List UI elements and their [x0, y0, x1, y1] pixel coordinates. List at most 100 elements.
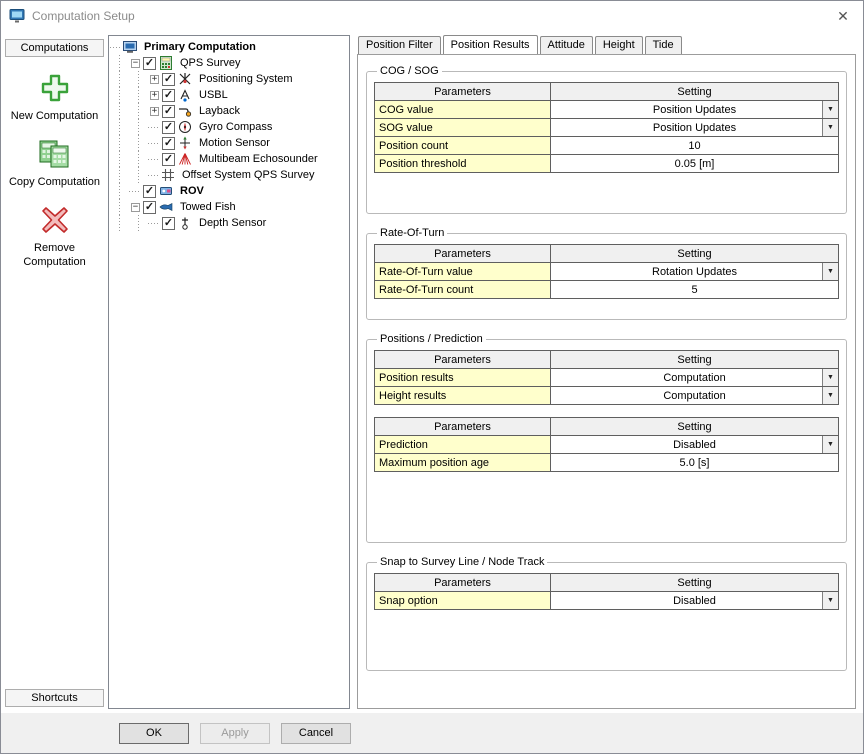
setting-value-height-results[interactable]: Computation▼ — [551, 387, 839, 405]
system-tree: Primary Computation −✓QPS Survey+✓Positio… — [108, 35, 350, 709]
tree-item-checkbox[interactable]: ✓ — [162, 105, 175, 118]
parameter-name: Position results — [375, 369, 551, 387]
tree-item-depth-sensor[interactable]: ✓Depth Sensor — [110, 215, 348, 231]
tree-item-layback[interactable]: +✓Layback — [110, 103, 348, 119]
setting-value-rate-of-turn-value[interactable]: Rotation Updates▼ — [551, 263, 839, 281]
computations-button[interactable]: Computations — [5, 39, 104, 57]
expander-plus-icon[interactable]: + — [148, 71, 161, 87]
app-icon — [9, 8, 25, 24]
ok-button[interactable]: OK — [119, 723, 189, 744]
shortcuts-button[interactable]: Shortcuts — [5, 689, 104, 707]
copy-computation-icon — [38, 139, 72, 169]
tree-item-checkbox[interactable]: ✓ — [162, 121, 175, 134]
tree-connector-line — [148, 151, 161, 167]
group-empty-area — [374, 311, 839, 319]
apply-button[interactable]: Apply — [200, 723, 270, 744]
dropdown-arrow-icon[interactable]: ▼ — [822, 263, 838, 280]
tree-item-checkbox[interactable]: ✓ — [143, 57, 156, 70]
setting-text: 5.0 [s] — [680, 457, 710, 469]
tree-item-label: Towed Fish — [178, 201, 238, 213]
setting-value-prediction[interactable]: Disabled▼ — [551, 436, 839, 454]
setting-text: Position Updates — [653, 122, 736, 134]
tree-item-label: Multibeam Echosounder — [197, 153, 320, 165]
table-row: Position threshold0.05 [m] — [375, 155, 839, 173]
tree-item-positioning-system[interactable]: +✓Positioning System — [110, 71, 348, 87]
table-row: Position results Computation ▼ — [375, 369, 839, 387]
table-row: Snap optionDisabled▼ — [375, 592, 839, 610]
tree-guide-line — [129, 167, 148, 183]
column-header-parameters: Parameters — [375, 351, 551, 369]
close-icon[interactable]: ✕ — [829, 8, 857, 25]
table-row: Rate-Of-Turn valueRotation Updates▼ — [375, 263, 839, 281]
group-cog-sog: COG / SOGParametersSettingCOG valuePosit… — [366, 65, 847, 214]
remove-computation-label: Remove Computation — [8, 241, 102, 269]
dialog-body: Computations New Computation — [1, 31, 863, 713]
tree-item-checkbox[interactable]: ✓ — [162, 73, 175, 86]
tree-connector-line — [148, 135, 161, 151]
expander-minus-icon[interactable]: − — [129, 199, 142, 215]
dropdown-arrow-icon[interactable]: ▼ — [822, 119, 838, 136]
setting-text: Disabled — [673, 595, 716, 607]
parameter-name: Prediction — [375, 436, 551, 454]
new-computation-button[interactable]: New Computation — [8, 73, 102, 123]
tree-item-gyro-compass[interactable]: ✓Gyro Compass — [110, 119, 348, 135]
setting-value-sog-value[interactable]: Position Updates ▼ — [551, 119, 839, 137]
tab-position-filter[interactable]: Position Filter — [358, 36, 441, 54]
tree-guide-line — [129, 71, 148, 87]
tab-height[interactable]: Height — [595, 36, 643, 54]
tree-item-motion-sensor[interactable]: ✓Motion Sensor — [110, 135, 348, 151]
setting-value-position-results[interactable]: Computation ▼ — [551, 369, 839, 387]
tree-item-multibeam-echosounder[interactable]: ✓ Multibeam Echosounder — [110, 151, 348, 167]
table-row: Maximum position age5.0 [s] — [375, 454, 839, 472]
tree-item-offset-system-qps-survey[interactable]: Offset System QPS Survey — [110, 167, 348, 183]
tree-item-checkbox[interactable]: ✓ — [162, 137, 175, 150]
tree-item-rov[interactable]: ✓ROV — [110, 183, 348, 199]
table-header-row: ParametersSetting — [375, 574, 839, 592]
expander-minus-icon[interactable]: − — [129, 55, 142, 71]
tab-tide[interactable]: Tide — [645, 36, 682, 54]
column-header-setting: Setting — [551, 574, 839, 592]
table-row: Position count10 — [375, 137, 839, 155]
remove-computation-button[interactable]: Remove Computation — [8, 205, 102, 269]
setting-value-position-count[interactable]: 10 — [551, 137, 839, 155]
tree-item-usbl[interactable]: +✓USBL — [110, 87, 348, 103]
cancel-button[interactable]: Cancel — [281, 723, 351, 744]
group-title: Positions / Prediction — [377, 333, 486, 345]
tree-item-primary-computation[interactable]: Primary Computation — [110, 39, 348, 55]
setting-value-snap-option[interactable]: Disabled ▼ — [551, 592, 839, 610]
tab-position-results[interactable]: Position Results — [443, 35, 538, 54]
parameter-name: Height results — [375, 387, 551, 405]
tree-item-checkbox[interactable]: ✓ — [143, 185, 156, 198]
dropdown-arrow-icon[interactable]: ▼ — [822, 387, 838, 404]
expander-glyph: − — [131, 59, 140, 68]
dropdown-arrow-icon[interactable]: ▼ — [822, 101, 838, 118]
setting-value-position-threshold[interactable]: 0.05 [m] — [551, 155, 839, 173]
tree-item-towed-fish[interactable]: −✓ Towed Fish — [110, 199, 348, 215]
tree-item-label: Primary Computation — [142, 41, 258, 53]
group-empty-area — [374, 484, 839, 542]
copy-computation-button[interactable]: Copy Computation — [8, 139, 102, 189]
setting-value-maximum-position-age[interactable]: 5.0 [s] — [551, 454, 839, 472]
tree-guide-line — [110, 103, 129, 119]
dropdown-arrow-icon[interactable]: ▼ — [822, 592, 838, 609]
tree-item-checkbox[interactable]: ✓ — [143, 201, 156, 214]
group-title: Snap to Survey Line / Node Track — [377, 556, 547, 568]
tree-item-checkbox[interactable]: ✓ — [162, 153, 175, 166]
expander-glyph: + — [150, 75, 159, 84]
usbl-icon — [178, 88, 195, 102]
tree-item-qps-survey[interactable]: −✓QPS Survey — [110, 55, 348, 71]
dropdown-arrow-icon[interactable]: ▼ — [822, 369, 838, 386]
setting-text: Computation — [663, 372, 725, 384]
table-header-row: ParametersSetting — [375, 351, 839, 369]
expander-plus-icon[interactable]: + — [148, 87, 161, 103]
setting-value-rate-of-turn-count[interactable]: 5 — [551, 281, 839, 299]
parameters-table: ParametersSettingRate-Of-Turn valueRotat… — [374, 244, 839, 299]
tab-attitude[interactable]: Attitude — [540, 36, 593, 54]
parameter-name: Rate-Of-Turn count — [375, 281, 551, 299]
tree-item-checkbox[interactable]: ✓ — [162, 217, 175, 230]
tree-item-checkbox[interactable]: ✓ — [162, 89, 175, 102]
expander-plus-icon[interactable]: + — [148, 103, 161, 119]
dropdown-arrow-icon[interactable]: ▼ — [822, 436, 838, 453]
setting-value-cog-value[interactable]: Position Updates▼ — [551, 101, 839, 119]
group-title: Rate-Of-Turn — [377, 227, 447, 239]
